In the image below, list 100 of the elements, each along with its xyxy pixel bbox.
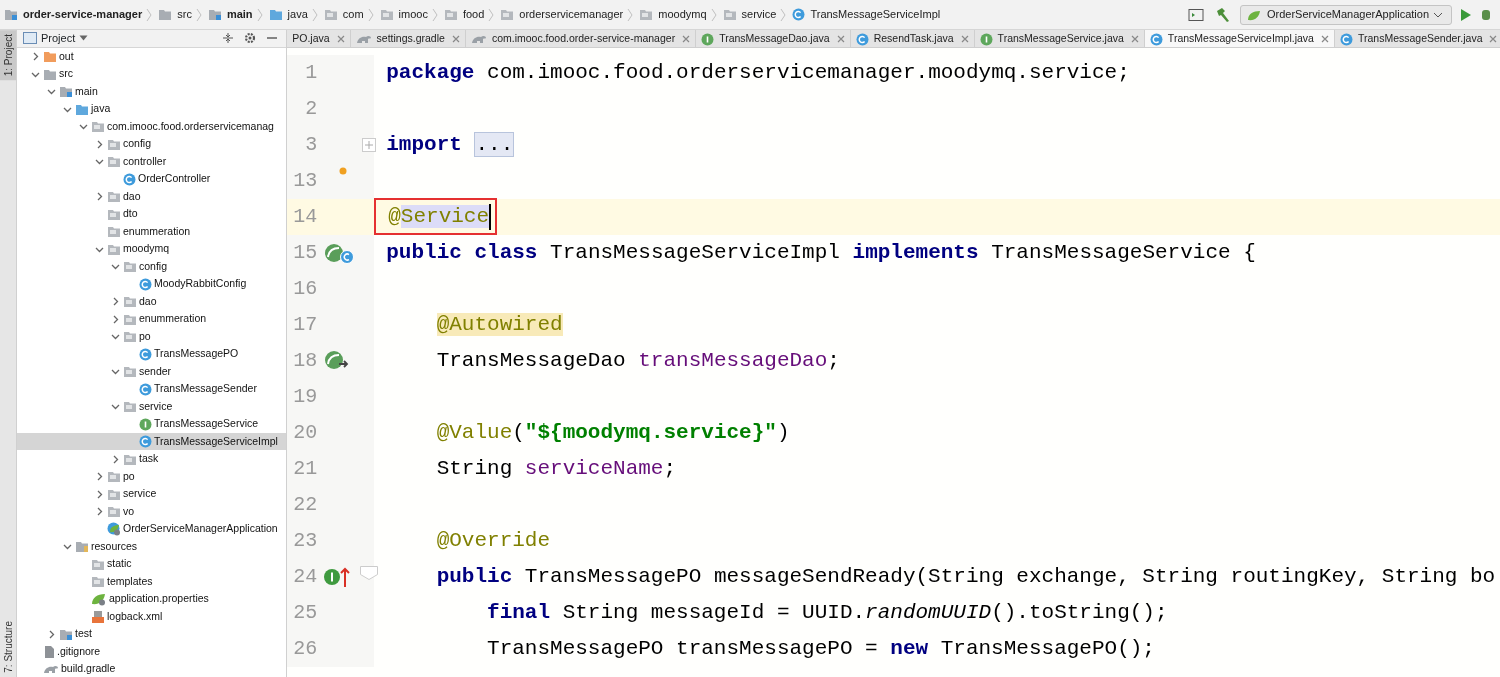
close-icon bbox=[682, 35, 691, 43]
breadcrumb[interactable]: orderservicemanager bbox=[500, 6, 624, 23]
tree-label: po bbox=[123, 468, 135, 484]
tree-label: out bbox=[59, 48, 74, 64]
breadcrumb[interactable]: com bbox=[323, 6, 364, 23]
breadcrumb[interactable]: src bbox=[158, 6, 192, 23]
tree-item[interactable]: test bbox=[17, 625, 287, 643]
editor-tab[interactable]: TransMessageServiceImpl.java bbox=[1144, 30, 1335, 47]
line-number: 17 bbox=[292, 312, 318, 338]
tree-item[interactable]: out bbox=[17, 47, 287, 66]
tree-label: .gitignore bbox=[57, 643, 101, 659]
folder-icon bbox=[107, 190, 121, 204]
folder-icon bbox=[379, 8, 394, 21]
tool-window-tab[interactable]: 1: Project bbox=[0, 30, 16, 81]
tree-item[interactable]: logback.xml bbox=[17, 607, 287, 626]
folder-icon bbox=[75, 102, 89, 116]
tree-label: config bbox=[123, 136, 152, 152]
breadcrumb[interactable]: order-service-manager bbox=[4, 6, 143, 23]
spring-leaf-icon bbox=[91, 592, 107, 607]
separator-icon bbox=[195, 8, 202, 23]
tree-label: enummeration bbox=[123, 223, 191, 239]
tree-item[interactable]: main bbox=[17, 82, 287, 101]
folder-icon bbox=[268, 8, 283, 21]
tree-label: service bbox=[139, 398, 173, 414]
separator-icon bbox=[488, 8, 495, 23]
tree-item[interactable]: dao bbox=[17, 292, 287, 311]
tree-item[interactable]: po bbox=[17, 467, 287, 486]
tool-window-tab[interactable]: 7: Structure bbox=[0, 617, 16, 677]
tree-item[interactable]: application.properties bbox=[17, 590, 287, 608]
tree-item[interactable]: config bbox=[17, 257, 287, 276]
breadcrumb[interactable]: java bbox=[268, 6, 308, 23]
code-line: @Override bbox=[435, 528, 551, 555]
line-number: 2 bbox=[304, 96, 318, 122]
folder-icon bbox=[123, 452, 137, 466]
folder-icon bbox=[639, 8, 654, 21]
folder-icon bbox=[158, 8, 173, 21]
tree-item[interactable]: .gitignore bbox=[17, 642, 287, 661]
panel-title[interactable]: Project bbox=[41, 30, 76, 47]
breadcrumb[interactable]: service bbox=[722, 6, 777, 23]
folder-icon bbox=[43, 50, 57, 64]
tree-item[interactable]: com.imooc.food.orderservicemanag bbox=[17, 117, 287, 136]
tree-label: moodymq bbox=[123, 241, 170, 257]
tree-item[interactable]: vo bbox=[17, 502, 287, 521]
tree-item[interactable]: static bbox=[17, 555, 287, 573]
breadcrumb[interactable]: food bbox=[443, 6, 485, 23]
tree-item[interactable]: service bbox=[17, 397, 287, 416]
panel-icon bbox=[23, 32, 37, 45]
close-icon bbox=[1489, 35, 1498, 43]
tree-item[interactable]: dao bbox=[17, 187, 287, 206]
tree-item[interactable]: TransMessageServiceImpl bbox=[17, 432, 287, 451]
tree-item[interactable]: controller bbox=[17, 152, 287, 171]
collapse-icon bbox=[222, 32, 235, 45]
breadcrumb[interactable]: main bbox=[207, 6, 253, 23]
tree-item[interactable]: OrderController bbox=[17, 170, 287, 188]
separator-icon bbox=[710, 8, 717, 23]
tree-item[interactable]: resources bbox=[17, 537, 287, 556]
tree-item[interactable]: TransMessagePO bbox=[17, 345, 287, 363]
tree-label: logback.xml bbox=[107, 608, 163, 624]
close-icon bbox=[836, 35, 845, 43]
tree-item[interactable]: sender bbox=[17, 362, 287, 381]
tree-item[interactable]: po bbox=[17, 327, 287, 346]
tree-item[interactable]: templates bbox=[17, 572, 287, 591]
run-configuration-dropdown[interactable]: OrderServiceManagerApplication bbox=[1239, 4, 1452, 25]
tree-label: OrderServiceManagerApplication bbox=[123, 521, 278, 537]
tree-item[interactable]: TransMessageService bbox=[17, 415, 287, 433]
code-line: TransMessagePO transMessagePO = new TransMessagePO(); bbox=[486, 636, 1155, 663]
tree-label: com.imooc.food.orderservicemanag bbox=[107, 118, 274, 134]
folder-icon bbox=[91, 557, 105, 571]
folder-icon bbox=[107, 242, 121, 256]
line-number: 25 bbox=[292, 600, 318, 626]
tree-item[interactable]: enummeration bbox=[17, 310, 287, 328]
tree-item[interactable]: src bbox=[17, 65, 287, 83]
tree-item[interactable]: OrderServiceManagerApplication bbox=[17, 520, 287, 538]
tree-item[interactable]: java bbox=[17, 100, 287, 118]
tree-item[interactable]: build.gradle bbox=[17, 660, 287, 677]
tree-item[interactable]: enummeration bbox=[17, 222, 287, 241]
tree-label: main bbox=[75, 83, 98, 99]
tree-item[interactable]: dto bbox=[17, 205, 287, 223]
close-icon bbox=[451, 35, 460, 43]
tree-item[interactable]: config bbox=[17, 135, 287, 153]
tree-item[interactable]: TransMessageSender bbox=[17, 380, 287, 398]
folder-icon bbox=[123, 312, 137, 326]
tree-item[interactable]: service bbox=[17, 485, 287, 503]
folder-icon bbox=[722, 8, 737, 21]
separator-icon bbox=[627, 8, 634, 23]
tree-item[interactable]: MoodyRabbitConfig bbox=[17, 275, 287, 293]
line-number: 3 bbox=[304, 132, 318, 158]
close-icon bbox=[336, 35, 345, 43]
layout-icon bbox=[1187, 7, 1204, 22]
gradle-icon bbox=[470, 33, 487, 45]
tree-item[interactable]: task bbox=[17, 450, 287, 468]
tree-label: task bbox=[139, 451, 159, 467]
line-number: 23 bbox=[292, 528, 318, 554]
breadcrumb[interactable]: moodymq bbox=[639, 6, 707, 23]
gradle-icon bbox=[43, 663, 59, 676]
code-line: public class TransMessageServiceImpl implements TransMessageService { bbox=[385, 240, 1256, 267]
breadcrumb[interactable]: imooc bbox=[379, 6, 428, 23]
breadcrumb[interactable]: TransMessageServiceImpl bbox=[792, 6, 941, 23]
tree-item[interactable]: moodymq bbox=[17, 240, 287, 258]
tree-label: enummeration bbox=[139, 311, 207, 327]
